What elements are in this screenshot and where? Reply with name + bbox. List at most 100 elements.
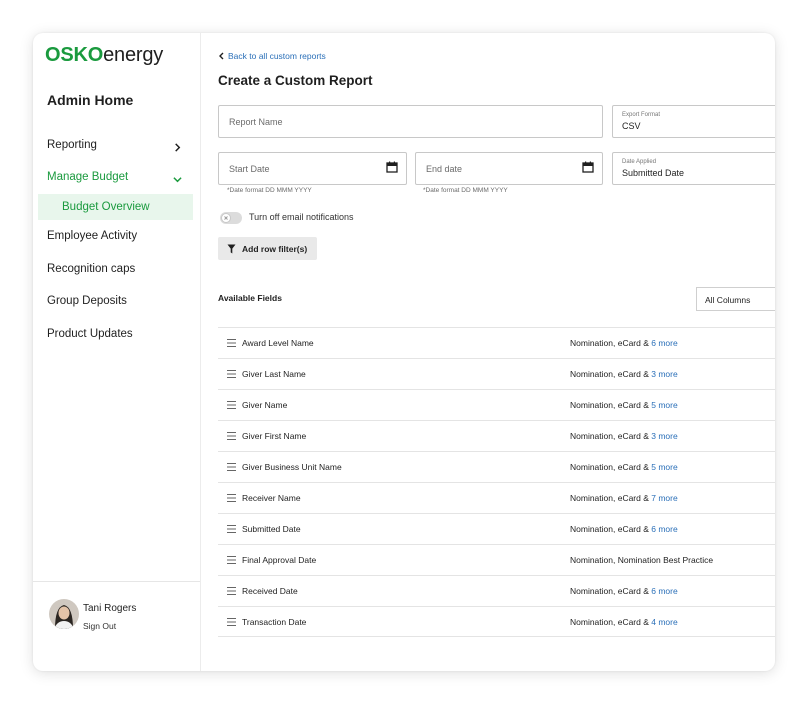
chevron-right-icon[interactable] — [173, 143, 182, 152]
brand-logo[interactable]: OSKOenergy — [45, 44, 163, 67]
field-programs: Nomination, eCard & 3 more — [570, 369, 678, 379]
table-row[interactable]: Giver Last Name Nomination, eCard & 3 mor… — [218, 358, 775, 389]
export-format-select[interactable]: Export Format CSV — [612, 105, 775, 138]
programs-text: Nomination, eCard & — [570, 462, 652, 472]
end-date-placeholder: End date — [426, 164, 463, 174]
more-link[interactable]: 3 more — [651, 431, 677, 441]
sidebar-item-reporting[interactable]: Reporting — [47, 139, 97, 151]
table-row[interactable]: Award Level Name Nomination, eCard & 6 mo… — [218, 327, 775, 358]
more-link[interactable]: 4 more — [651, 617, 677, 627]
programs-text: Nomination, eCard & — [570, 524, 652, 534]
sidebar-item-recognition-caps[interactable]: Recognition caps — [47, 263, 135, 275]
sidebar-item-label: Recognition caps — [47, 263, 136, 275]
sidebar-title: Admin Home — [47, 92, 134, 108]
date-applied-select[interactable]: Date Applied Submitted Date — [612, 152, 775, 185]
drag-handle-icon[interactable] — [227, 494, 236, 502]
drag-handle-icon[interactable] — [227, 401, 236, 409]
more-link[interactable]: 7 more — [651, 493, 677, 503]
field-name: Receiver Name — [242, 493, 301, 503]
field-name: Received Date — [242, 586, 298, 596]
drag-handle-icon[interactable] — [227, 525, 236, 533]
calendar-icon[interactable] — [582, 161, 594, 173]
chevron-left-icon — [219, 52, 224, 60]
programs-text: Nomination, Nomination Best Practice — [570, 555, 714, 565]
field-programs: Nomination, eCard & 3 more — [570, 431, 678, 441]
end-date-hint: *Date format DD MMM YYYY — [423, 187, 508, 194]
available-fields-title: Available Fields — [218, 293, 282, 303]
email-notifications-toggle[interactable] — [220, 212, 242, 224]
field-name: Giver Last Name — [242, 369, 306, 379]
page-title: Create a Custom Report — [218, 73, 373, 88]
sidebar-item-label: Employee Activity — [47, 230, 138, 242]
sidebar-item-label: Manage Budget — [47, 171, 129, 183]
table-row[interactable]: Giver Name Nomination, eCard & 5 more — [218, 389, 775, 420]
table-row[interactable]: Final Approval Date Nomination, Nominatio… — [218, 544, 775, 575]
field-programs: Nomination, eCard & 4 more — [570, 617, 678, 627]
brand-suffix: energy — [103, 44, 164, 66]
field-programs: Nomination, eCard & 5 more — [570, 400, 678, 410]
sidebar-item-manage-budget[interactable]: Manage Budget — [47, 171, 128, 183]
sidebar-divider — [33, 581, 200, 582]
table-row[interactable]: Received Date Nomination, eCard & 6 more — [218, 575, 775, 606]
sidebar-item-group-deposits[interactable]: Group Deposits — [47, 295, 127, 307]
available-fields-table: Award Level Name Nomination, eCard & 6 mo… — [218, 327, 775, 637]
field-name: Final Approval Date — [242, 555, 317, 565]
sign-out-link[interactable]: Sign Out — [83, 621, 116, 631]
more-link[interactable]: 3 more — [651, 369, 677, 379]
drag-handle-icon[interactable] — [227, 370, 236, 378]
table-row[interactable]: Giver Business Unit Name Nomination, eCar… — [218, 451, 775, 482]
table-row[interactable]: Transaction Date Nomination, eCard & 4 mo… — [218, 606, 775, 637]
field-name: Giver Business Unit Name — [242, 462, 342, 472]
programs-text: Nomination, eCard & — [570, 586, 652, 596]
sidebar-item-label: Reporting — [47, 139, 97, 151]
more-link[interactable]: 6 more — [651, 524, 677, 534]
report-name-input[interactable]: Report Name — [218, 105, 603, 138]
toggle-knob — [221, 213, 231, 223]
main-content: Back to all custom reports Create a Cust… — [200, 33, 775, 671]
field-name: Giver First Name — [242, 431, 307, 441]
more-link[interactable]: 6 more — [651, 586, 677, 596]
start-date-input[interactable]: Start Date — [218, 152, 407, 185]
table-row[interactable]: Giver First Name Nomination, eCard & 3 mo… — [218, 420, 775, 451]
report-name-placeholder: Report Name — [229, 117, 283, 127]
more-link[interactable]: 6 more — [651, 338, 677, 348]
calendar-icon[interactable] — [386, 161, 398, 173]
table-row[interactable]: Receiver Name Nomination, eCard & 7 more — [218, 482, 775, 513]
add-row-filter-button[interactable]: Add row filter(s) — [218, 237, 317, 260]
brand-name: OSKO — [45, 44, 104, 66]
more-link[interactable]: 5 more — [651, 462, 677, 472]
sidebar: OSKOenergy Admin Home Reporting Manage B… — [33, 33, 201, 671]
date-applied-label: Date Applied — [622, 159, 657, 165]
programs-text: Nomination, eCard & — [570, 338, 652, 348]
start-date-hint: *Date format DD MMM YYYY — [227, 187, 312, 194]
drag-handle-icon[interactable] — [227, 339, 236, 347]
drag-handle-icon[interactable] — [227, 432, 236, 440]
table-row[interactable]: Submitted Date Nomination, eCard & 6 more — [218, 513, 775, 544]
drag-handle-icon[interactable] — [227, 556, 236, 564]
app-window: OSKOenergy Admin Home Reporting Manage B… — [33, 33, 775, 671]
drag-handle-icon[interactable] — [227, 463, 236, 471]
export-format-label: Export Format — [622, 112, 661, 118]
field-programs: Nomination, eCard & 6 more — [570, 586, 678, 596]
field-programs: Nomination, eCard & 6 more — [570, 524, 678, 534]
sidebar-item-employee-activity[interactable]: Employee Activity — [47, 230, 137, 242]
more-link[interactable]: 5 more — [651, 400, 677, 410]
columns-select[interactable]: All Columns — [696, 287, 775, 311]
sidebar-subitem-budget-overview[interactable]: Budget Overview — [38, 194, 193, 220]
programs-text: Nomination, eCard & — [570, 431, 652, 441]
start-date-placeholder: Start Date — [229, 164, 270, 174]
programs-text: Nomination, eCard & — [570, 617, 652, 627]
chevron-down-icon[interactable] — [173, 175, 182, 184]
sidebar-item-product-updates[interactable]: Product Updates — [47, 328, 133, 340]
date-applied-value: Submitted Date — [622, 168, 685, 178]
field-programs: Nomination, eCard & 7 more — [570, 493, 678, 503]
drag-handle-icon[interactable] — [227, 587, 236, 595]
avatar[interactable] — [49, 599, 79, 629]
end-date-input[interactable]: End date — [415, 152, 603, 185]
add-row-filter-label: Add row filter(s) — [242, 243, 308, 254]
field-programs: Nomination, Nomination Best Practice — [570, 555, 713, 565]
back-link-label: Back to all custom reports — [228, 51, 326, 61]
drag-handle-icon[interactable] — [227, 618, 236, 626]
field-name: Submitted Date — [242, 524, 301, 534]
back-link[interactable]: Back to all custom reports — [218, 51, 326, 61]
